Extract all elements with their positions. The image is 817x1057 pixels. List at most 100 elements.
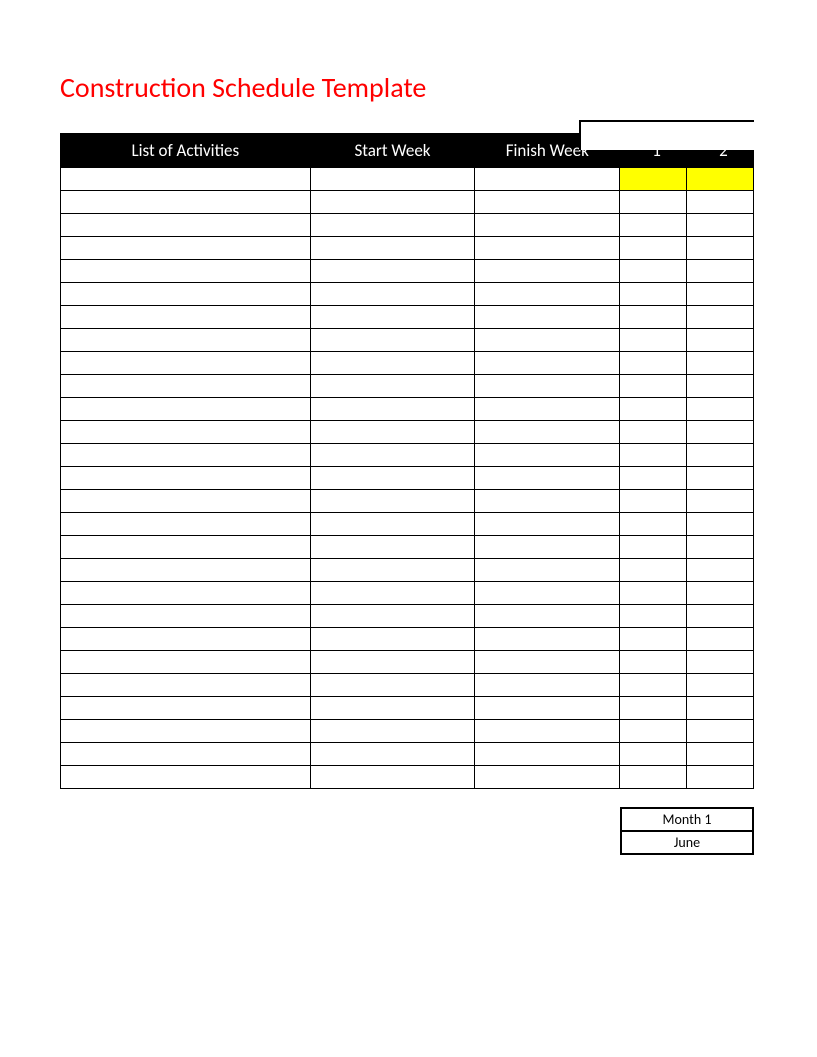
table-cell[interactable] xyxy=(61,168,311,191)
table-cell[interactable] xyxy=(475,582,620,605)
table-cell[interactable] xyxy=(620,490,687,513)
table-cell[interactable] xyxy=(620,720,687,743)
table-cell[interactable] xyxy=(620,237,687,260)
table-cell[interactable] xyxy=(61,536,311,559)
table-cell[interactable] xyxy=(310,490,475,513)
table-cell[interactable] xyxy=(620,674,687,697)
table-cell[interactable] xyxy=(475,444,620,467)
table-cell[interactable] xyxy=(310,398,475,421)
table-cell[interactable] xyxy=(61,398,311,421)
table-cell[interactable] xyxy=(61,444,311,467)
table-cell[interactable] xyxy=(61,582,311,605)
table-cell[interactable] xyxy=(475,720,620,743)
table-cell[interactable] xyxy=(310,720,475,743)
table-cell[interactable] xyxy=(475,421,620,444)
table-cell[interactable] xyxy=(310,674,475,697)
table-cell[interactable] xyxy=(310,766,475,789)
table-cell[interactable] xyxy=(310,329,475,352)
table-cell[interactable] xyxy=(475,214,620,237)
table-cell[interactable] xyxy=(687,191,754,214)
table-cell[interactable] xyxy=(475,513,620,536)
table-cell[interactable] xyxy=(475,628,620,651)
table-cell[interactable] xyxy=(687,237,754,260)
table-cell[interactable] xyxy=(61,237,311,260)
table-cell[interactable] xyxy=(687,168,754,191)
table-cell[interactable] xyxy=(61,628,311,651)
table-cell[interactable] xyxy=(620,398,687,421)
table-cell[interactable] xyxy=(310,168,475,191)
table-cell[interactable] xyxy=(475,260,620,283)
table-cell[interactable] xyxy=(620,306,687,329)
table-cell[interactable] xyxy=(310,237,475,260)
table-cell[interactable] xyxy=(310,352,475,375)
table-cell[interactable] xyxy=(620,214,687,237)
table-cell[interactable] xyxy=(620,352,687,375)
table-cell[interactable] xyxy=(687,306,754,329)
table-cell[interactable] xyxy=(310,697,475,720)
table-cell[interactable] xyxy=(620,743,687,766)
table-cell[interactable] xyxy=(61,467,311,490)
table-cell[interactable] xyxy=(687,467,754,490)
table-cell[interactable] xyxy=(620,375,687,398)
table-cell[interactable] xyxy=(61,490,311,513)
table-cell[interactable] xyxy=(310,283,475,306)
table-cell[interactable] xyxy=(475,697,620,720)
table-cell[interactable] xyxy=(61,674,311,697)
table-cell[interactable] xyxy=(61,421,311,444)
table-cell[interactable] xyxy=(620,766,687,789)
table-cell[interactable] xyxy=(687,651,754,674)
table-cell[interactable] xyxy=(620,582,687,605)
table-cell[interactable] xyxy=(620,168,687,191)
table-cell[interactable] xyxy=(687,674,754,697)
table-cell[interactable] xyxy=(620,559,687,582)
table-cell[interactable] xyxy=(687,766,754,789)
table-cell[interactable] xyxy=(475,375,620,398)
table-cell[interactable] xyxy=(475,237,620,260)
table-cell[interactable] xyxy=(687,352,754,375)
table-cell[interactable] xyxy=(310,444,475,467)
table-cell[interactable] xyxy=(61,375,311,398)
table-cell[interactable] xyxy=(687,421,754,444)
table-cell[interactable] xyxy=(687,444,754,467)
table-cell[interactable] xyxy=(687,260,754,283)
table-cell[interactable] xyxy=(620,651,687,674)
table-cell[interactable] xyxy=(687,720,754,743)
table-cell[interactable] xyxy=(620,283,687,306)
table-cell[interactable] xyxy=(61,651,311,674)
table-cell[interactable] xyxy=(620,697,687,720)
table-cell[interactable] xyxy=(687,398,754,421)
table-cell[interactable] xyxy=(620,513,687,536)
table-cell[interactable] xyxy=(310,536,475,559)
table-cell[interactable] xyxy=(310,605,475,628)
table-cell[interactable] xyxy=(310,214,475,237)
table-cell[interactable] xyxy=(475,329,620,352)
table-cell[interactable] xyxy=(687,559,754,582)
table-cell[interactable] xyxy=(310,743,475,766)
table-cell[interactable] xyxy=(310,513,475,536)
table-cell[interactable] xyxy=(475,352,620,375)
table-cell[interactable] xyxy=(620,421,687,444)
table-cell[interactable] xyxy=(687,214,754,237)
table-cell[interactable] xyxy=(61,214,311,237)
table-cell[interactable] xyxy=(475,168,620,191)
table-cell[interactable] xyxy=(61,283,311,306)
table-cell[interactable] xyxy=(310,306,475,329)
table-cell[interactable] xyxy=(620,444,687,467)
table-cell[interactable] xyxy=(620,628,687,651)
table-cell[interactable] xyxy=(310,421,475,444)
table-cell[interactable] xyxy=(475,651,620,674)
table-cell[interactable] xyxy=(620,329,687,352)
table-cell[interactable] xyxy=(620,536,687,559)
table-cell[interactable] xyxy=(475,191,620,214)
table-cell[interactable] xyxy=(687,329,754,352)
table-cell[interactable] xyxy=(475,490,620,513)
table-cell[interactable] xyxy=(475,306,620,329)
table-cell[interactable] xyxy=(61,720,311,743)
table-cell[interactable] xyxy=(475,283,620,306)
table-cell[interactable] xyxy=(475,536,620,559)
table-cell[interactable] xyxy=(475,743,620,766)
table-cell[interactable] xyxy=(620,260,687,283)
table-cell[interactable] xyxy=(475,398,620,421)
table-cell[interactable] xyxy=(475,674,620,697)
table-cell[interactable] xyxy=(687,582,754,605)
